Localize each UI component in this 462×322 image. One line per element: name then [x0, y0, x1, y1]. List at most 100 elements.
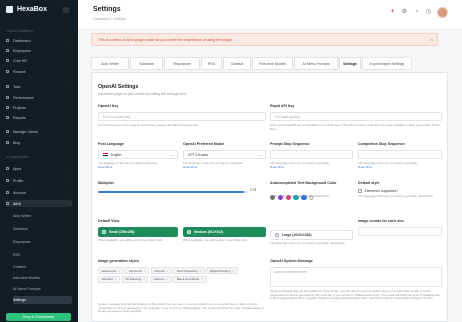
settings-icon[interactable]: ⚙ [401, 9, 408, 16]
read-more-link[interactable]: Read More [98, 165, 112, 169]
style-chip[interactable]: Pencil Drawing × [173, 267, 205, 274]
close-icon[interactable]: × [199, 269, 201, 273]
prompt-stop-input[interactable] [270, 150, 353, 159]
sidebar-item-dashboard[interactable]: Dashboard › [6, 37, 72, 44]
system-message-textarea[interactable]: Leave a comment here [270, 267, 442, 287]
tab-schedule[interactable]: Schedule [130, 57, 163, 70]
tab-repurpose[interactable]: Repurpose [164, 57, 200, 70]
close-icon[interactable]: × [144, 269, 146, 273]
sidebar-subitem-interview-models[interactable]: Interview Models [13, 274, 72, 282]
close-icon[interactable]: × [201, 277, 203, 281]
style-chip[interactable]: Black And White × [173, 275, 207, 283]
sidebar-item-core-hr[interactable]: Core HR [6, 57, 72, 64]
read-more-link[interactable]: Read More [183, 165, 197, 169]
multiplier-value: 2.75 [250, 188, 257, 192]
section-title: OpenAI Settings [98, 84, 139, 90]
sidebar-item-apps[interactable]: Apps › [6, 165, 72, 172]
close-icon[interactable]: × [232, 269, 234, 273]
notification-icon[interactable]: ◔ [413, 9, 420, 16]
client-icon [6, 130, 9, 133]
close-icon[interactable]: × [143, 277, 145, 281]
breadcrumb[interactable]: Dashboard > Settings [93, 17, 126, 21]
sidebar-item-employees[interactable]: Employees [6, 47, 72, 54]
rapid-key-input[interactable]: Pro-rapid-api-key [270, 112, 442, 121]
chart-icon [6, 96, 9, 99]
users-icon [6, 49, 9, 52]
sidebar-subitem-repurpose[interactable]: Repurpose [13, 238, 72, 246]
sidebar-item-label: Employees [13, 48, 31, 53]
style-chip[interactable]: Abstract × [98, 275, 121, 283]
sidebar-subitem-rss[interactable]: RSS [13, 251, 72, 259]
view-option-medium[interactable]: Medium (512×512) [183, 227, 266, 237]
completion-stop-input[interactable] [358, 150, 442, 159]
chevron-down-icon: ⌄ [171, 152, 174, 157]
post-language-value: English [111, 152, 122, 157]
sidebar-item-account[interactable]: Account › [6, 189, 72, 196]
sidebar-item-profile[interactable]: Profile › [6, 177, 72, 184]
sidebar-item-label: Finance [13, 69, 26, 74]
multiplier-slider-fill [98, 191, 244, 193]
avatar[interactable] [437, 7, 448, 18]
sidebar-item-label: Profile [13, 178, 24, 183]
tab-rss[interactable]: RSS [201, 57, 222, 70]
sidebar-subitem-chatbot[interactable]: Chatbot [13, 263, 72, 271]
post-language-select[interactable]: English ⌄ [98, 150, 178, 159]
preferred-model-select[interactable]: GPT-3.5-turbo ⌄ [183, 150, 266, 159]
tab-settings[interactable]: Settings [339, 57, 361, 70]
style-chip[interactable]: Vector Art × [125, 267, 150, 274]
tab-export-import-settings[interactable]: Export/Import Settings [362, 57, 412, 70]
read-more-link[interactable]: Read More [270, 165, 284, 169]
sidebar-subitem-ai-menu-prompts[interactable]: AI Menu Prompts [13, 285, 72, 293]
sidebar-item-reports[interactable]: Reports [6, 114, 72, 121]
preferred-model-value: GPT-3.5-turbo [188, 152, 209, 157]
style-chip[interactable]: Oil Painting × [121, 275, 149, 283]
view-option-hint: When available, you will be able to see … [98, 238, 163, 242]
radio-icon [187, 230, 191, 234]
close-icon[interactable]: × [115, 277, 117, 281]
sidebar-collapse-button[interactable] [63, 7, 69, 13]
multiplier-slider[interactable] [98, 191, 248, 193]
tab-fine-tune-models[interactable]: Fine-tune Models [252, 57, 293, 70]
close-icon[interactable]: × [166, 269, 168, 273]
elementor-checkbox[interactable]: Elementor supported? [358, 189, 398, 193]
sidebar-item-label: Blog [13, 140, 21, 145]
brand[interactable]: HexaBox [6, 6, 47, 13]
close-icon[interactable]: × [431, 37, 433, 42]
shop-components-button[interactable]: Shop & Components [6, 313, 71, 321]
plus-icon[interactable]: + [389, 9, 396, 16]
nav-section-heading: AI FEATURES [6, 155, 29, 159]
sidebar-item-task[interactable]: Task › [6, 83, 72, 90]
view-option-large[interactable]: Large (1024×1024) [270, 230, 353, 240]
style-chip[interactable]: Watercolor × [98, 267, 124, 274]
top-actions: + ⚙ ◔ ◷ [384, 7, 448, 18]
sidebar-item-manage-clients[interactable]: Manage Clients [6, 128, 72, 135]
sidebar-subitem-auto-writer[interactable]: Auto Writer [13, 212, 72, 220]
image-styles-hint: System message help set the behavior of … [98, 302, 265, 314]
tab-ai-menu-prompts[interactable]: AI Menu Prompts [294, 57, 338, 70]
style-chip[interactable]: Portrait × [150, 267, 172, 274]
rapid-key-label: Rapid API Key [270, 104, 295, 108]
sidebar-item-blog[interactable]: Blog [6, 139, 72, 146]
view-option-small[interactable]: Small (256×256) [98, 227, 178, 237]
image-counts-label: Image counts for each size [358, 219, 404, 223]
folder-icon [6, 106, 9, 109]
task-icon [6, 85, 9, 88]
read-more-link[interactable]: Read More [358, 165, 372, 169]
sidebar-item-finance[interactable]: Finance [6, 68, 72, 75]
tab-auto-writer[interactable]: Auto Writer [91, 57, 129, 70]
sidebar-item-label: Reports [13, 115, 26, 120]
style-chip[interactable]: Digital Painting × [206, 267, 238, 274]
close-icon[interactable]: × [166, 277, 168, 281]
sidebar-item-projects[interactable]: Projects [6, 104, 72, 111]
radio-icon [102, 230, 106, 234]
sidebar-item-performance[interactable]: Performance [6, 94, 72, 101]
tab-chatbot[interactable]: Chatbot [223, 57, 251, 70]
clock-icon[interactable]: ◷ [425, 9, 432, 16]
sidebar-item-aikit[interactable]: AIKit ⌄ [6, 200, 72, 207]
sidebar-subitem-schedule[interactable]: Schedule [13, 225, 72, 233]
openai-key-input[interactable]: Pro-le-e-cpui3r-key [98, 112, 266, 121]
image-counts-input[interactable] [358, 227, 442, 236]
close-icon[interactable]: × [118, 269, 120, 273]
style-chip[interactable]: Cartoon × [149, 275, 172, 283]
sidebar-subitem-settings[interactable]: Settings [13, 296, 72, 304]
